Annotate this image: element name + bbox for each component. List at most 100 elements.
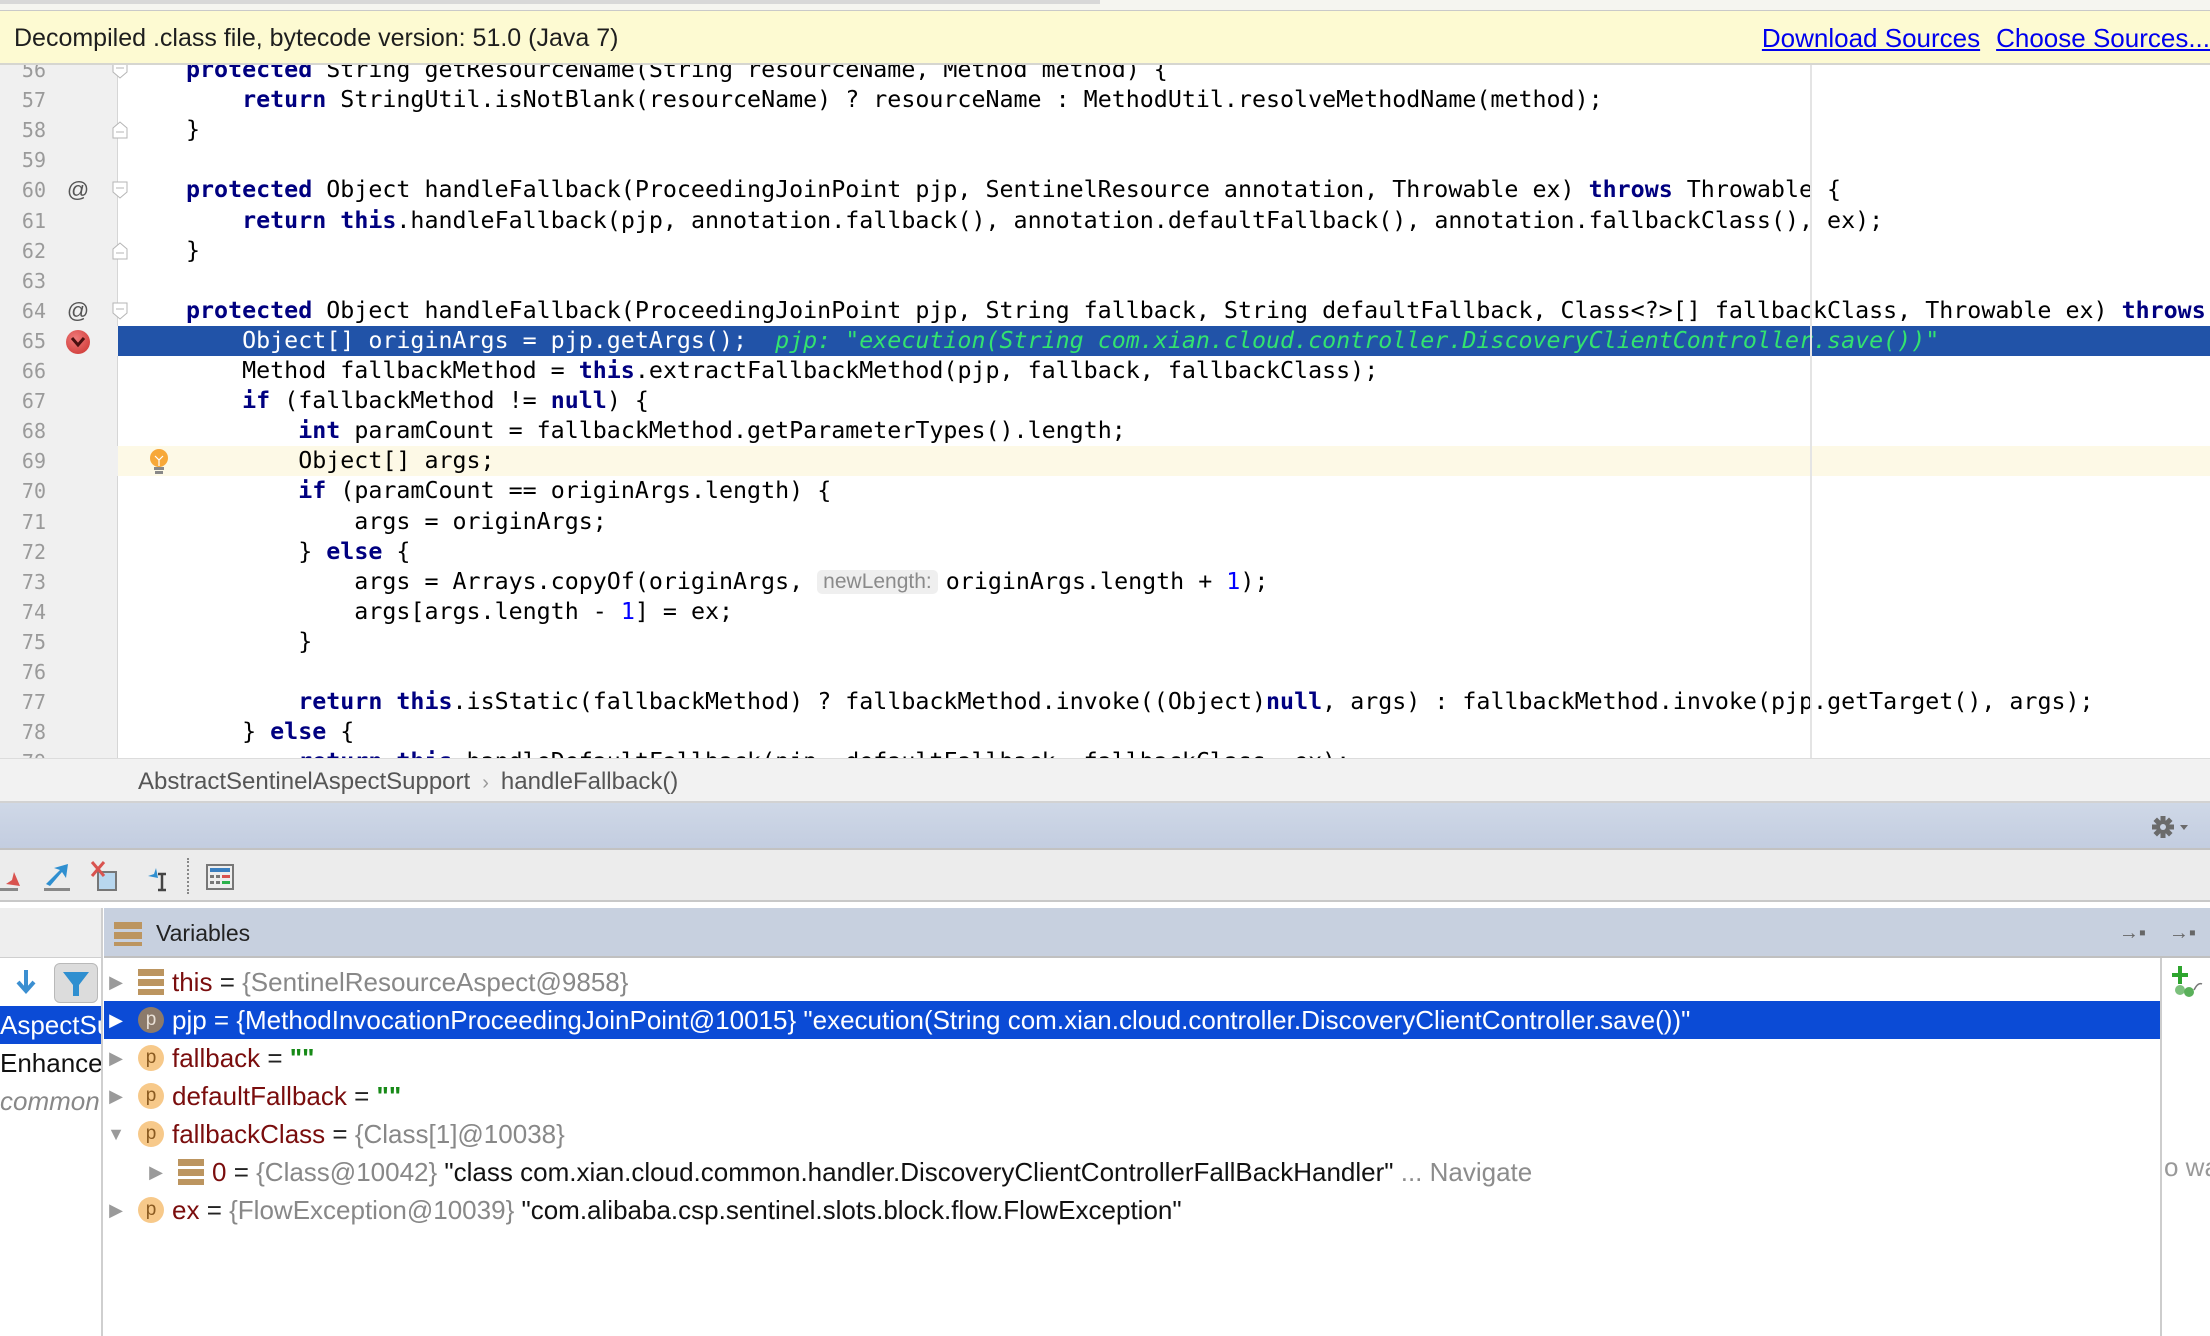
line-number[interactable]: 78	[0, 717, 46, 747]
code-line[interactable]: 68 int paramCount = fallbackMethod.getPa…	[0, 416, 2210, 446]
collapsed-arrow-icon[interactable]: ▶	[106, 1077, 126, 1115]
fold-end-icon[interactable]	[112, 241, 128, 260]
breakpoint-icon[interactable]	[66, 329, 90, 354]
code-line[interactable]: 75 }	[0, 627, 2210, 657]
code-line[interactable]: 78 } else {	[0, 717, 2210, 747]
code-line[interactable]: 79 return this.handleDefaultFallback(pjp…	[0, 747, 2210, 758]
variable-row[interactable]: ▼ p fallbackClass = {Class[1]@10038}	[104, 1115, 2160, 1153]
line-number[interactable]: 74	[0, 597, 46, 627]
frames-header	[0, 908, 101, 958]
code-line[interactable]: 74 args[args.length - 1] = ex;	[0, 597, 2210, 627]
code-line[interactable]: 62}	[0, 236, 2210, 266]
step-out-icon[interactable]	[42, 860, 76, 894]
variable-text: fallback = ""	[172, 1043, 315, 1073]
breadcrumb-method[interactable]: handleFallback()	[501, 768, 678, 795]
navigate-link[interactable]: ... Navigate	[1401, 1157, 1533, 1187]
expanded-arrow-icon[interactable]: ▼	[106, 1115, 126, 1153]
collapsed-arrow-icon[interactable]: ▶	[146, 1153, 166, 1191]
line-number[interactable]: 59	[0, 145, 46, 175]
line-number[interactable]: 73	[0, 567, 46, 597]
variable-row[interactable]: ▶ p ex = {FlowException@10039} "com.alibab…	[104, 1191, 2160, 1229]
code-line[interactable]: 56 protected String getResourceName(Strin…	[0, 65, 2210, 85]
code-line[interactable]: 67 if (fallbackMethod != null) {	[0, 386, 2210, 416]
line-number[interactable]: 56	[0, 65, 46, 85]
restore-layout-icon[interactable]: →▪	[2119, 922, 2146, 945]
line-number[interactable]: 76	[0, 657, 46, 687]
breadcrumb-class[interactable]: AbstractSentinelAspectSupport	[138, 768, 470, 795]
line-number[interactable]: 75	[0, 627, 46, 657]
code-line[interactable]: 59	[0, 145, 2210, 175]
line-number[interactable]: 68	[0, 416, 46, 446]
arrow-down-icon[interactable]	[12, 968, 40, 996]
line-number[interactable]: 69	[0, 446, 118, 477]
code-line[interactable]: 58}	[0, 115, 2210, 145]
step-into-icon[interactable]	[0, 860, 34, 894]
code-line[interactable]: 72 } else {	[0, 537, 2210, 567]
code-line[interactable]: 64 @ protected Object handleFallback(Proce…	[0, 296, 2210, 326]
line-number[interactable]: 67	[0, 386, 46, 416]
code-line[interactable]: 73 args = Arrays.copyOf(originArgs, newL…	[0, 567, 2210, 597]
code-line[interactable]: 65 Object[] originArgs = pjp.getArgs(); …	[0, 325, 2210, 356]
code-line[interactable]: 70 if (paramCount == originArgs.length) …	[0, 476, 2210, 506]
gear-icon[interactable]	[2150, 813, 2190, 841]
code-line[interactable]: 61 return this.handleFallback(pjp, annot…	[0, 206, 2210, 236]
override-marker-icon[interactable]: @	[66, 298, 90, 323]
watches-side-toolbar	[2160, 958, 2210, 1336]
run-to-cursor-icon[interactable]	[140, 860, 174, 894]
line-number[interactable]: 71	[0, 507, 46, 537]
parameter-icon: p	[138, 1197, 164, 1223]
code-line[interactable]: 57 return StringUtil.isNotBlank(resource…	[0, 85, 2210, 115]
intention-bulb-icon[interactable]	[148, 448, 170, 476]
code-line[interactable]: 71 args = originArgs;	[0, 507, 2210, 537]
variable-row[interactable]: ▶ p defaultFallback = ""	[104, 1077, 2160, 1115]
code-line[interactable]: 76	[0, 657, 2210, 687]
code-line[interactable]: 66 Method fallbackMethod = this.extractF…	[0, 356, 2210, 386]
variable-row[interactable]: ▶ p pjp = {MethodInvocationProceedingJoinP…	[104, 1001, 2160, 1039]
variable-row[interactable]: ▶ p fallback = ""	[104, 1039, 2160, 1077]
code-editor[interactable]: 56 protected String getResourceName(Strin…	[0, 65, 2210, 758]
line-number[interactable]: 72	[0, 537, 46, 567]
code-line[interactable]: 77 return this.isStatic(fallbackMethod) …	[0, 687, 2210, 717]
fold-collapse-icon[interactable]	[112, 181, 128, 200]
override-marker-icon[interactable]: @	[66, 178, 90, 202]
line-number[interactable]: 79	[0, 747, 46, 758]
collapsed-arrow-icon[interactable]: ▶	[106, 1039, 126, 1077]
line-number[interactable]: 61	[0, 206, 46, 236]
download-sources-link[interactable]: Download Sources	[1762, 23, 1980, 53]
variable-string-value: ""	[289, 1043, 315, 1073]
line-number[interactable]: 57	[0, 85, 46, 115]
frame-item[interactable]: AspectSu	[0, 1006, 101, 1044]
frame-item[interactable]: common	[0, 1082, 101, 1120]
line-number[interactable]: 58	[0, 115, 46, 145]
hide-panel-icon[interactable]: →▪	[2169, 922, 2196, 945]
filter-button[interactable]	[54, 963, 98, 1003]
line-number[interactable]: 66	[0, 356, 46, 386]
evaluate-expression-icon[interactable]	[204, 860, 238, 894]
choose-sources-link[interactable]: Choose Sources...	[1996, 23, 2210, 53]
drop-frame-icon[interactable]	[88, 860, 122, 894]
variable-row[interactable]: ▶ 0 = {Class@10042} "class com.xian.cloud…	[104, 1153, 2160, 1191]
line-number[interactable]: 70	[0, 476, 46, 506]
code-text: if (paramCount == originArgs.length) {	[298, 477, 832, 505]
fold-collapse-icon[interactable]	[112, 65, 128, 79]
variable-name: ex	[172, 1195, 200, 1225]
fold-end-icon[interactable]	[112, 121, 128, 139]
collapsed-arrow-icon[interactable]: ▶	[106, 963, 126, 1001]
line-number[interactable]: 64	[0, 296, 46, 326]
line-number[interactable]: 60	[0, 175, 46, 205]
collapsed-arrow-icon[interactable]: ▶	[106, 1191, 126, 1229]
new-watch-icon[interactable]	[2170, 964, 2204, 998]
fold-collapse-icon[interactable]	[112, 302, 128, 320]
line-number[interactable]: 77	[0, 687, 46, 717]
line-number[interactable]: 62	[0, 236, 46, 266]
variable-text: 0 = {Class@10042} "class com.xian.cloud.…	[212, 1157, 1533, 1187]
code-line[interactable]: 60 @ protected Object handleFallback(Proce…	[0, 175, 2210, 205]
code-line[interactable]: 63	[0, 266, 2210, 296]
collapsed-arrow-icon[interactable]: ▶	[106, 1001, 126, 1039]
frame-list: AspectSu Enhancer common	[0, 1006, 101, 1120]
line-number[interactable]: 65	[0, 325, 118, 356]
variable-row[interactable]: ▶ this = {SentinelResourceAspect@9858}	[104, 963, 2160, 1001]
code-line[interactable]: 69 Object[] args;	[0, 446, 2210, 477]
frame-item[interactable]: Enhancer	[0, 1044, 101, 1082]
line-number[interactable]: 63	[0, 266, 46, 296]
